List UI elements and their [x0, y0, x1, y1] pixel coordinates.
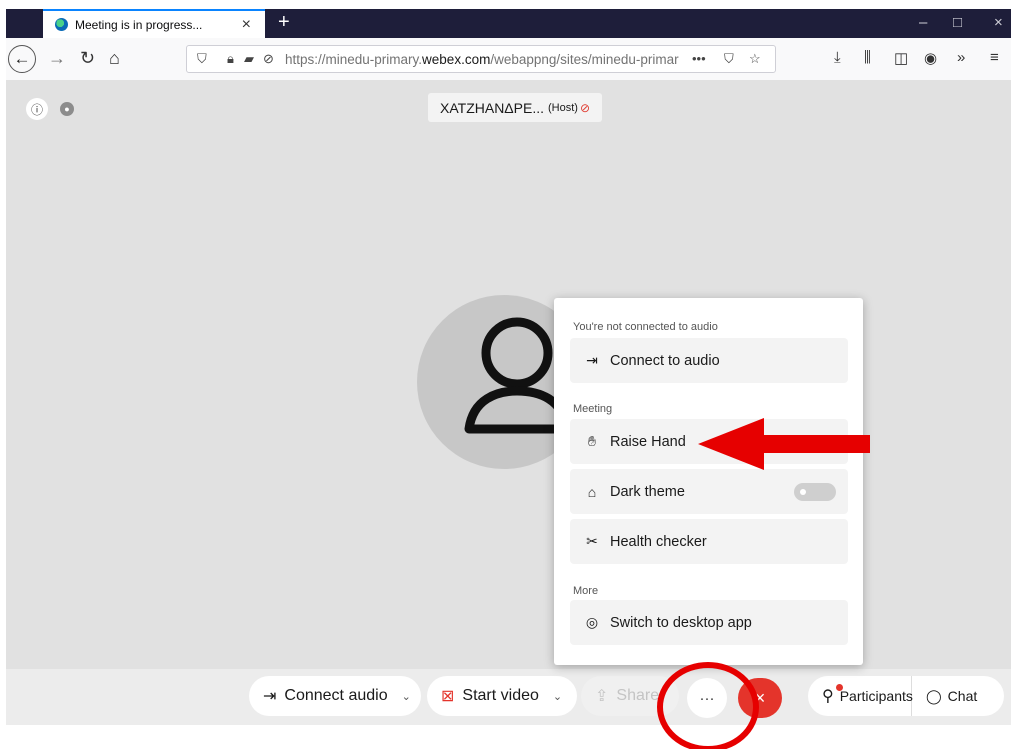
annotation-arrow [698, 418, 870, 470]
annotation-overlay [657, 418, 870, 749]
annotation-circle [657, 662, 759, 749]
